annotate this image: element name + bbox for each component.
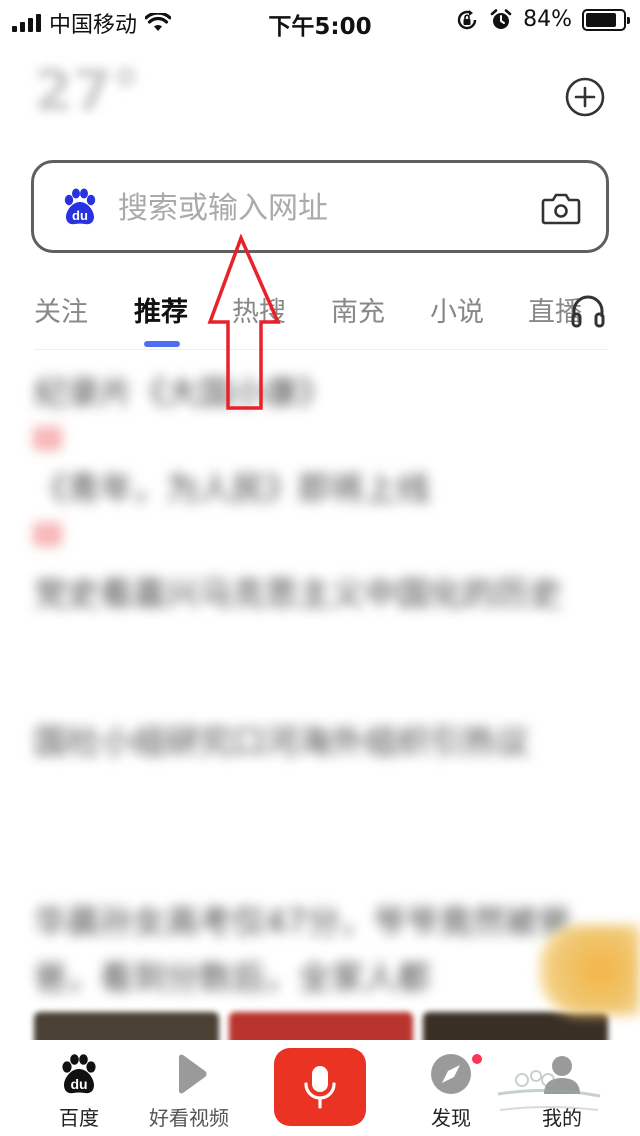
status-right: 84% — [455, 7, 630, 32]
tab-recommend[interactable]: 推荐 — [134, 290, 188, 329]
nav-baidu[interactable]: du 百度 — [19, 1052, 139, 1131]
svg-text:du: du — [72, 208, 88, 223]
tab-follow[interactable]: 关注 — [34, 290, 88, 329]
feed-item[interactable]: 党史看嘉兴马克思主义中国化的历史 — [34, 566, 608, 714]
weather-temperature: 27° — [34, 59, 140, 124]
camera-icon[interactable] — [540, 188, 582, 228]
feed-meta — [34, 622, 608, 656]
nav-label: 百度 — [59, 1106, 99, 1130]
floating-ad[interactable] — [540, 925, 640, 1015]
arrow-up-icon — [207, 234, 281, 410]
tab-nanchong[interactable]: 南充 — [331, 290, 385, 329]
battery-icon — [582, 8, 630, 31]
nav-video[interactable]: 好看视频 — [129, 1052, 249, 1131]
baidu-paw-icon: du — [64, 188, 96, 225]
baidu-paw-icon: du — [62, 1054, 96, 1094]
watermark-logo — [497, 1070, 601, 1111]
compass-icon — [431, 1054, 471, 1094]
play-icon — [179, 1054, 207, 1094]
feed-meta: 热 — [34, 517, 608, 551]
feed-title: 纪录片《大国小康》 — [34, 373, 331, 412]
notification-dot — [470, 1052, 484, 1066]
news-feed: 纪录片《大国小康》 热 《青年，为人民》即将上线 热 党史看嘉兴马克思主义中国化… — [34, 365, 608, 1014]
svg-text:du: du — [70, 1076, 87, 1092]
rotation-lock-icon — [457, 9, 477, 29]
feed-item[interactable]: 国社小组研究口河海外组织引热议 — [34, 714, 608, 894]
plus-circle-icon[interactable] — [565, 77, 605, 117]
feed-title: 《青年，为人民》即将上线 — [34, 469, 430, 508]
feed-meta: 热 — [34, 421, 608, 455]
microphone-icon — [304, 1066, 336, 1109]
feed-title: 国社小组研究口河海外组织引热议 — [34, 722, 529, 761]
tab-bar: 关注 推荐 热搜 南充 小说 直播 — [34, 290, 594, 336]
search-input[interactable] — [118, 181, 538, 235]
feed-tag: 热 — [34, 522, 62, 546]
feed-meta — [34, 770, 608, 804]
feed-tag: 热 — [34, 426, 62, 450]
feed-item[interactable]: 《青年，为人民》即将上线 热 — [34, 461, 608, 566]
feed-title: 华晨孙女高考仅47分，爷爷竟然被爸爸，看到分数后，全家人都 — [34, 902, 571, 997]
status-bar: 中国移动 下午5:00 84% — [0, 0, 640, 40]
alarm-icon — [490, 8, 512, 29]
feed-item[interactable]: 华晨孙女高考仅47分，爷爷竟然被爸爸，看到分数后，全家人都 — [34, 894, 608, 1014]
tab-novel[interactable]: 小说 — [430, 290, 484, 329]
headphone-icon[interactable] — [568, 290, 608, 330]
tab-divider — [34, 349, 608, 350]
battery-percent: 84% — [523, 7, 572, 32]
voice-search-button[interactable] — [274, 1048, 366, 1126]
weather-widget[interactable]: 27° — [34, 64, 154, 120]
feed-title: 党史看嘉兴马克思主义中国化的历史 — [34, 574, 562, 613]
feed-item[interactable]: 纪录片《大国小康》 热 — [34, 365, 608, 461]
active-tab-indicator — [144, 341, 180, 347]
search-box[interactable]: du — [31, 160, 609, 253]
nav-label: 好看视频 — [149, 1106, 229, 1130]
